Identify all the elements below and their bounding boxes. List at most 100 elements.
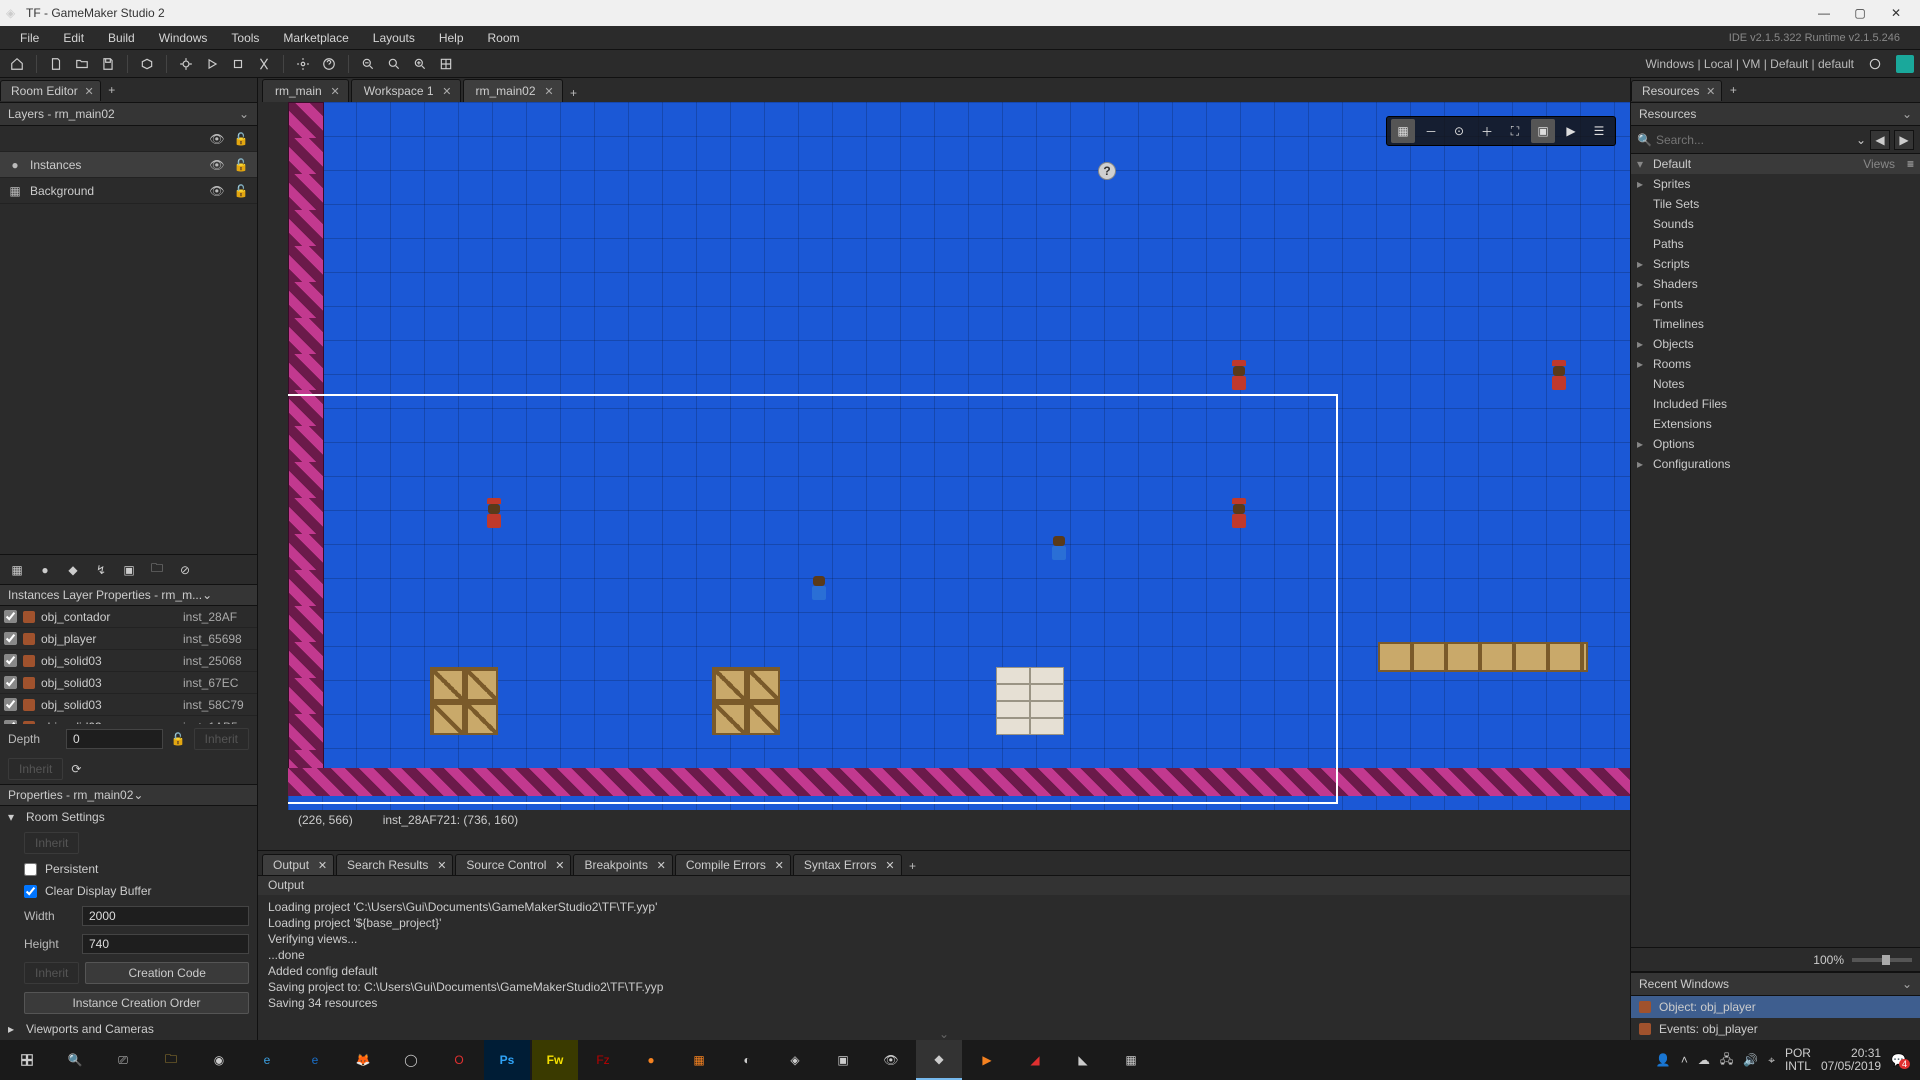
search-next-button[interactable]: ▶ — [1894, 130, 1914, 150]
menu-layouts[interactable]: Layouts — [363, 27, 425, 49]
lock-icon[interactable]: 🔓 — [233, 158, 249, 172]
crate-instance[interactable] — [712, 667, 746, 701]
close-button[interactable]: ✕ — [1878, 0, 1914, 26]
crate-instance[interactable] — [712, 701, 746, 735]
menu-edit[interactable]: Edit — [53, 27, 94, 49]
volume-icon[interactable]: 🔊 — [1743, 1053, 1758, 1067]
search-prev-button[interactable]: ◀ — [1870, 130, 1890, 150]
target-selector[interactable]: Windows | Local | VM | Default | default — [1639, 57, 1860, 71]
app-icon[interactable]: 👁 — [868, 1040, 914, 1080]
tree-item-timelines[interactable]: Timelines — [1631, 314, 1920, 334]
question-instance[interactable]: ? — [1098, 162, 1116, 180]
play-preview-icon[interactable]: ▶ — [1559, 119, 1583, 143]
menu-marketplace[interactable]: Marketplace — [273, 27, 358, 49]
viewports-label[interactable]: Viewports and Cameras — [26, 1022, 154, 1036]
lock-icon[interactable]: 🔓 — [233, 132, 249, 146]
sprite-enemy[interactable] — [1228, 502, 1250, 532]
language-indicator[interactable]: POR INTL — [1785, 1047, 1811, 1073]
notification-badge[interactable] — [1896, 55, 1914, 73]
brick-instance[interactable] — [1030, 701, 1064, 718]
views-label[interactable]: Views — [1863, 157, 1895, 171]
instance-order-button[interactable]: Instance Creation Order — [24, 992, 249, 1014]
menu-help[interactable]: Help — [429, 27, 474, 49]
zoom-slider[interactable] — [1852, 958, 1912, 962]
delete-layer-icon[interactable]: ⊘ — [176, 561, 194, 579]
edge-icon[interactable]: e — [292, 1040, 338, 1080]
expand-icon[interactable]: ⛶ — [1503, 119, 1527, 143]
inherit-button[interactable]: Inherit — [24, 832, 79, 854]
eclipse-icon[interactable]: ◐ — [724, 1040, 770, 1080]
output-tab-output[interactable]: Output✕ — [262, 854, 334, 875]
close-icon[interactable]: ✕ — [555, 859, 564, 872]
clean-icon[interactable] — [253, 53, 275, 75]
views-menu-icon[interactable]: ≡ — [1907, 157, 1914, 171]
help-icon[interactable] — [318, 53, 340, 75]
output-tab-source[interactable]: Source Control✕ — [455, 854, 571, 875]
zoom-in-icon[interactable] — [409, 53, 431, 75]
add-tab-button[interactable]: + — [904, 857, 922, 875]
package-icon[interactable] — [136, 53, 158, 75]
save-icon[interactable] — [97, 53, 119, 75]
add-asset-layer-icon[interactable]: ▣ — [120, 561, 138, 579]
zoom-reset-icon[interactable] — [383, 53, 405, 75]
close-icon[interactable]: ✕ — [437, 859, 446, 872]
tree-item-rooms[interactable]: ▸Rooms — [1631, 354, 1920, 374]
tree-item-notes[interactable]: Notes — [1631, 374, 1920, 394]
add-path-layer-icon[interactable]: ↯ — [92, 561, 110, 579]
instance-checkbox[interactable] — [4, 676, 17, 689]
app-icon[interactable]: ◈ — [772, 1040, 818, 1080]
crate-instance[interactable] — [430, 701, 464, 735]
notifications-icon[interactable]: 💬4 — [1891, 1053, 1906, 1067]
layer-row-blank[interactable]: 👁🔓 — [0, 126, 257, 152]
explorer-icon[interactable]: 🗀 — [148, 1040, 194, 1080]
menu-tools[interactable]: Tools — [221, 27, 269, 49]
width-input[interactable]: 2000 — [82, 906, 249, 926]
opera-icon[interactable]: O — [436, 1040, 482, 1080]
instance-checkbox[interactable] — [4, 698, 17, 711]
inherit-button[interactable]: Inherit — [8, 758, 63, 780]
recent-item-events[interactable]: Events: obj_player — [1631, 1018, 1920, 1040]
lock-icon[interactable]: 🔓 — [171, 732, 186, 746]
zoom-out-icon[interactable]: － — [1419, 119, 1443, 143]
photoshop-icon[interactable]: Ps — [484, 1040, 530, 1080]
brick-instance[interactable] — [996, 701, 1030, 718]
add-tab-button[interactable]: + — [1724, 81, 1742, 99]
eye-icon[interactable]: 👁 — [209, 184, 225, 198]
tree-item-scripts[interactable]: ▸Scripts — [1631, 254, 1920, 274]
crate-instance[interactable] — [430, 667, 464, 701]
filezilla-icon[interactable]: Fz — [580, 1040, 626, 1080]
room-settings-label[interactable]: Room Settings — [26, 810, 105, 824]
layer-row-instances[interactable]: ● Instances 👁🔓 — [0, 152, 257, 178]
close-icon[interactable]: ✕ — [1706, 85, 1715, 98]
zoom-in-icon[interactable]: ＋ — [1475, 119, 1499, 143]
close-icon[interactable]: ✕ — [885, 859, 894, 872]
crate-instance[interactable] — [464, 701, 498, 735]
bluetooth-icon[interactable]: ⌖ — [1768, 1053, 1775, 1068]
debug-icon[interactable] — [175, 53, 197, 75]
app-icon[interactable]: ▦ — [1108, 1040, 1154, 1080]
close-icon[interactable]: ✕ — [442, 85, 451, 98]
inherit-button[interactable]: Inherit — [194, 728, 249, 750]
sprite-enemy[interactable] — [1548, 364, 1570, 394]
recent-windows-header[interactable]: Recent Windows ⌄ — [1631, 972, 1920, 996]
taskview-button[interactable]: ⎚ — [100, 1040, 146, 1080]
instance-checkbox[interactable] — [4, 654, 17, 667]
tab-rm-main02[interactable]: rm_main02✕ — [463, 79, 563, 102]
instance-list[interactable]: obj_contadorinst_28AF obj_playerinst_656… — [0, 606, 257, 724]
zoom-out-icon[interactable] — [357, 53, 379, 75]
close-icon[interactable]: ✕ — [84, 85, 93, 98]
output-tab-compile[interactable]: Compile Errors✕ — [675, 854, 791, 875]
tree-default-header[interactable]: ▾ Default Views ≡ — [1631, 154, 1920, 174]
brick-instance[interactable] — [996, 684, 1030, 701]
resources-tab[interactable]: Resources✕ — [1631, 80, 1722, 101]
close-icon[interactable]: ✕ — [330, 85, 339, 98]
add-bg-layer-icon[interactable]: ▦ — [8, 561, 26, 579]
menu-room[interactable]: Room — [478, 27, 530, 49]
layer-row-background[interactable]: ▦ Background 👁🔓 — [0, 178, 257, 204]
tree-item-extensions[interactable]: Extensions — [1631, 414, 1920, 434]
add-tile-layer-icon[interactable]: ◆ — [64, 561, 82, 579]
grid-icon[interactable] — [435, 53, 457, 75]
chrome-icon[interactable]: ◯ — [388, 1040, 434, 1080]
grid-toggle-icon[interactable]: ▦ — [1391, 119, 1415, 143]
tree-item-paths[interactable]: Paths — [1631, 234, 1920, 254]
